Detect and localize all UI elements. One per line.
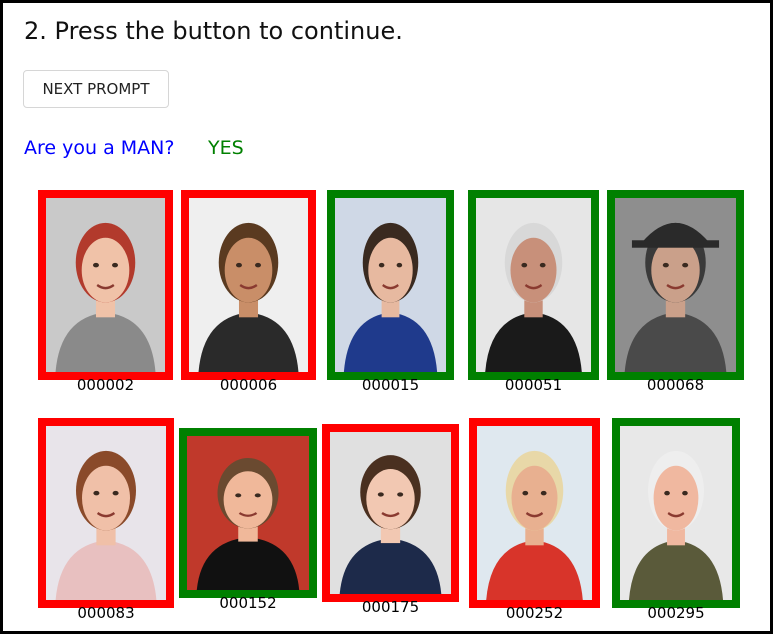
face-card: 000295	[612, 418, 740, 622]
face-photo[interactable]	[327, 190, 454, 380]
face-id-label: 000006	[219, 376, 278, 394]
answer-label: YES	[208, 137, 244, 159]
face-id-label: 000152	[219, 594, 277, 612]
face-card: 000015	[327, 190, 454, 394]
page-title: 2. Press the button to continue.	[24, 17, 403, 45]
face-photo[interactable]	[612, 418, 740, 608]
face-card: 000002	[38, 190, 173, 394]
face-card: 000252	[469, 418, 600, 622]
face-photo[interactable]	[469, 418, 600, 608]
face-photo[interactable]	[179, 428, 317, 598]
face-id-label: 000252	[505, 604, 564, 622]
face-photo[interactable]	[38, 418, 174, 608]
face-id-label: 000068	[646, 376, 705, 394]
page-frame: 2. Press the button to continue. NEXT PR…	[0, 0, 773, 634]
face-card: 000152	[179, 428, 317, 612]
face-card: 000006	[181, 190, 316, 394]
face-photo[interactable]	[181, 190, 316, 380]
face-id-label: 000015	[361, 376, 420, 394]
face-card: 000175	[322, 424, 459, 616]
face-id-label: 000295	[647, 604, 705, 622]
face-photo[interactable]	[38, 190, 173, 380]
face-id-label: 000002	[76, 376, 135, 394]
face-id-label: 000083	[77, 604, 135, 622]
face-id-label: 000175	[361, 598, 420, 616]
face-photo[interactable]	[322, 424, 459, 602]
face-card: 000051	[468, 190, 599, 394]
next-prompt-button[interactable]: NEXT PROMPT	[23, 70, 169, 108]
question-label: Are you a MAN?	[24, 137, 175, 159]
face-card: 000068	[607, 190, 744, 394]
face-id-label: 000051	[504, 376, 563, 394]
face-card: 000083	[38, 418, 174, 622]
face-photo[interactable]	[468, 190, 599, 380]
face-photo[interactable]	[607, 190, 744, 380]
